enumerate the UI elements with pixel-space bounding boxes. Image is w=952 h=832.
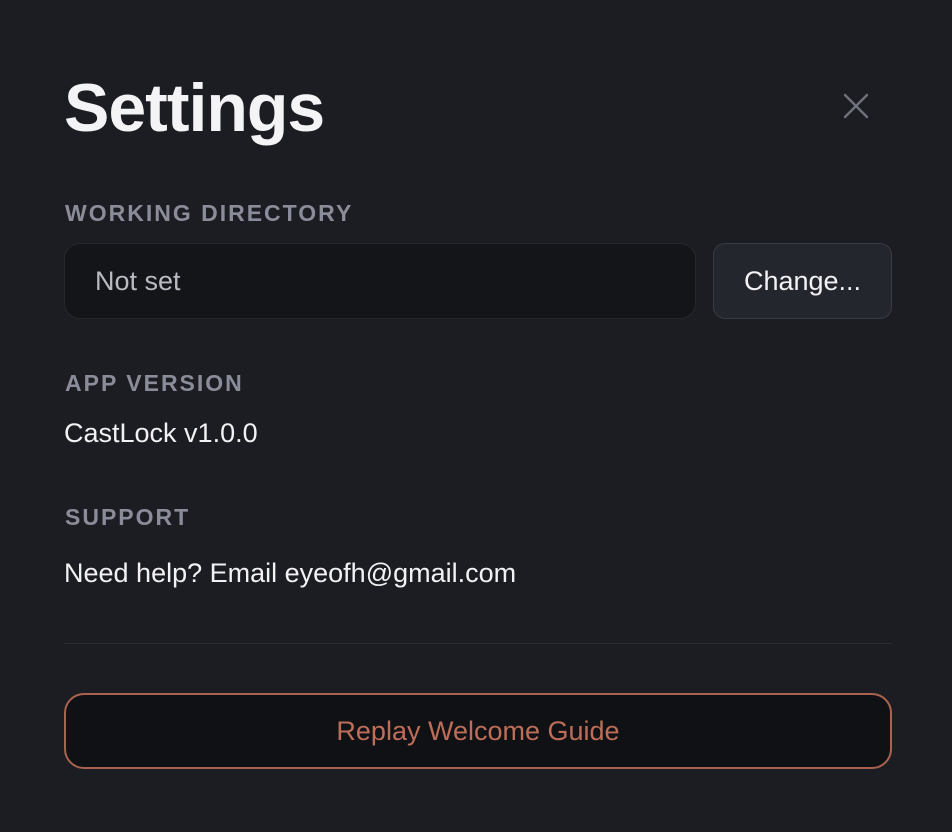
replay-welcome-guide-button[interactable]: Replay Welcome Guide — [64, 693, 892, 769]
divider — [64, 643, 892, 644]
support-text: Need help? Email eyeofh@gmail.com — [64, 558, 517, 588]
dialog-title: Settings — [64, 70, 325, 146]
close-button[interactable] — [836, 86, 876, 126]
working-directory-label: WORKING DIRECTORY — [65, 200, 354, 226]
app-version-value: CastLock v1.0.0 — [64, 418, 258, 448]
settings-dialog: Settings WORKING DIRECTORY Not set Chang… — [0, 0, 952, 832]
close-icon — [843, 93, 869, 119]
app-version-label: APP VERSION — [65, 370, 244, 396]
working-directory-value: Not set — [95, 265, 181, 296]
support-label: SUPPORT — [65, 504, 191, 530]
change-directory-button[interactable]: Change... — [713, 243, 892, 319]
working-directory-field: Not set — [64, 243, 696, 319]
